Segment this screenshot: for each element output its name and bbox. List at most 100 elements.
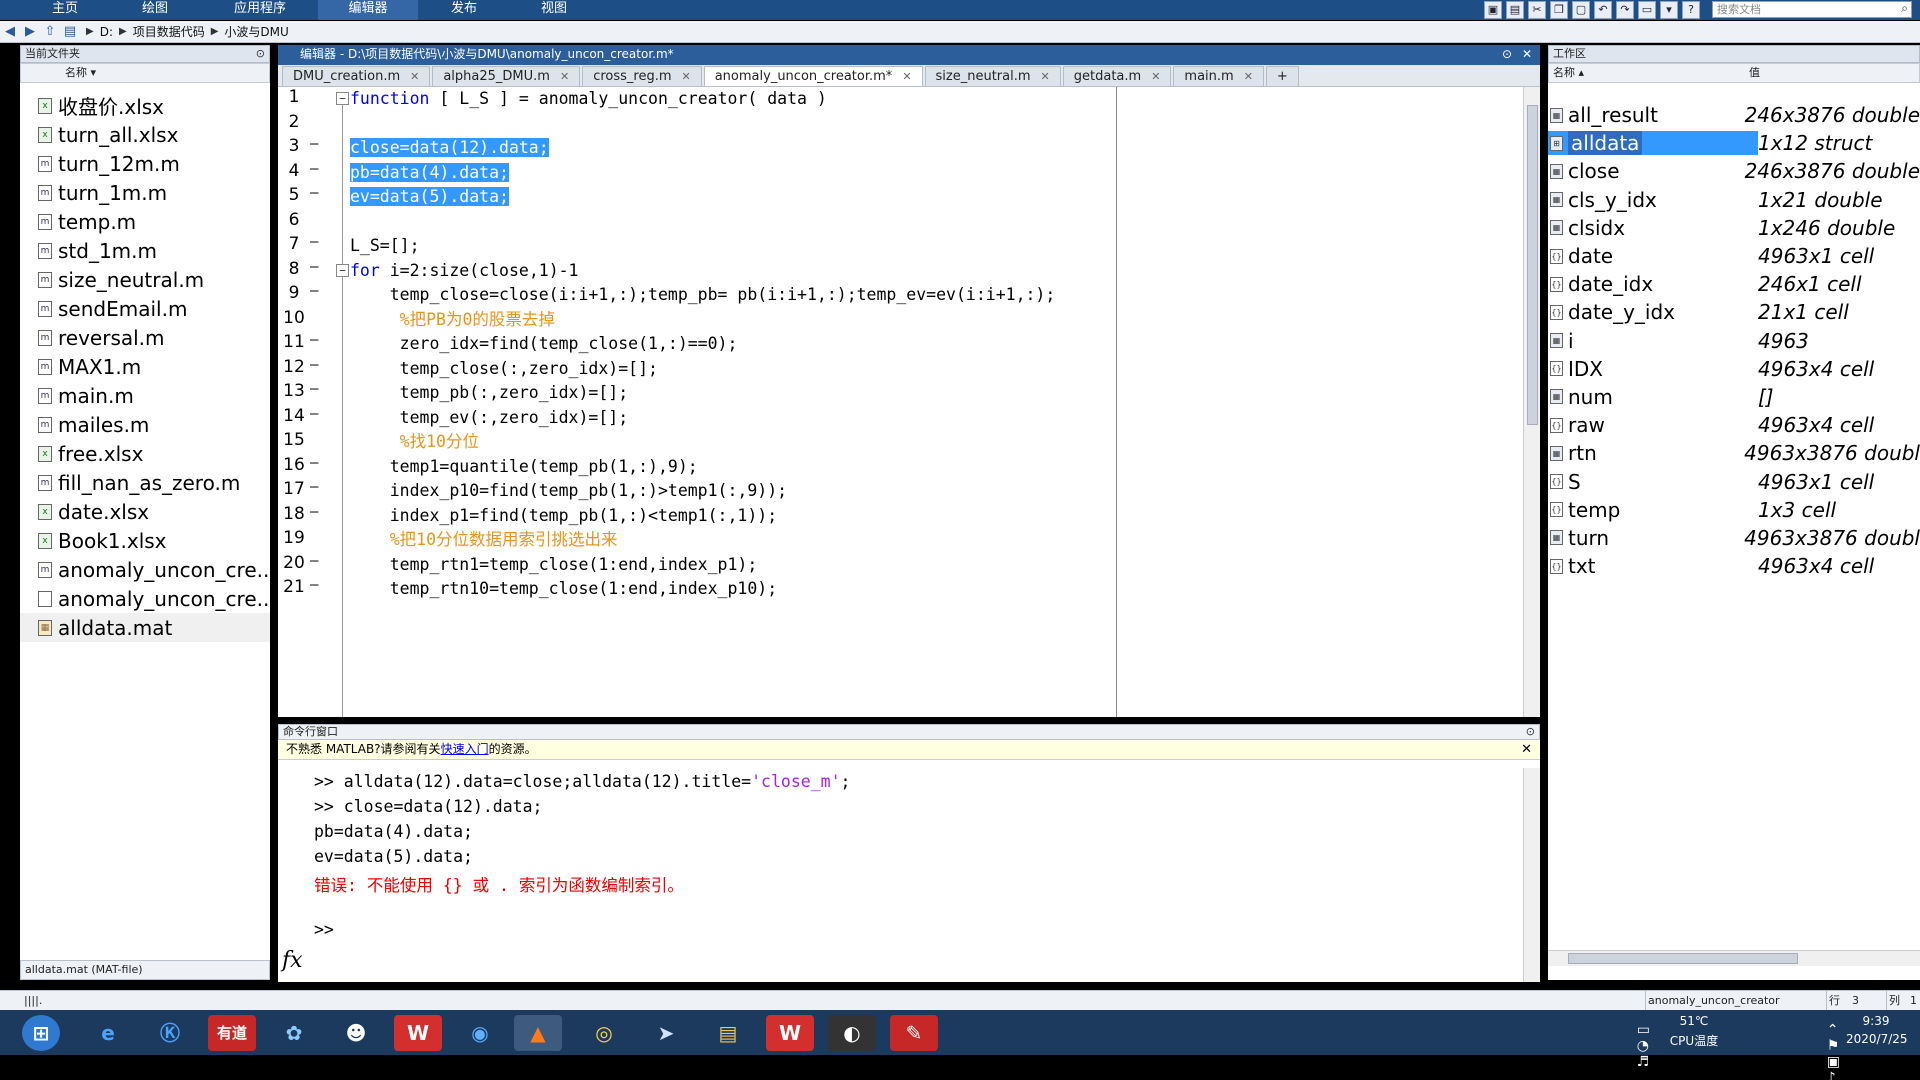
editor-menu-icon[interactable]: ⊙ xyxy=(1502,45,1512,64)
file-item[interactable]: x Book1.xlsx xyxy=(20,526,270,555)
close-tab-icon[interactable]: ✕ xyxy=(682,70,691,83)
file-item[interactable]: m temp.m xyxy=(20,207,270,236)
paste-icon[interactable]: ▢ xyxy=(1572,1,1590,19)
file-item[interactable]: anomaly_uncon_cre... xyxy=(20,584,270,613)
workspace-variable[interactable]: ▦ all_result 246x3876 double xyxy=(1548,101,1920,129)
dropdown-icon[interactable]: ▾ xyxy=(1660,1,1678,19)
copy-icon[interactable]: ❐ xyxy=(1550,1,1568,19)
workspace-hscrollbar[interactable] xyxy=(1548,950,1920,966)
breadcrumb-drive[interactable]: D: xyxy=(100,25,113,39)
file-item[interactable]: x free.xlsx xyxy=(20,439,270,468)
back-icon[interactable]: ◀ xyxy=(0,24,20,39)
breakpoint-marker[interactable]: — xyxy=(310,381,324,397)
file-item[interactable]: m MAX1.m xyxy=(20,352,270,381)
breakpoint-marker[interactable]: — xyxy=(310,577,324,593)
file-item[interactable]: m fill_nan_as_zero.m xyxy=(20,468,270,497)
editor-tab[interactable]: anomaly_uncon_creator.m* ✕ xyxy=(703,66,923,86)
close-tab-icon[interactable]: ✕ xyxy=(410,70,419,83)
tray-network-volume-icons[interactable]: ⌃ ⚑ ▣ ♪ xyxy=(1827,1022,1840,1080)
command-output[interactable]: >> alldata(12).data=close;alldata(12).ti… xyxy=(278,768,1523,982)
switch-windows-icon[interactable]: ▭ xyxy=(1638,1,1656,19)
undo-icon[interactable]: ↶ xyxy=(1594,1,1612,19)
clock-date[interactable]: 2020/7/25 xyxy=(1846,1032,1908,1046)
breakpoint-marker[interactable]: — xyxy=(310,504,324,520)
globe-icon[interactable]: ◉ xyxy=(456,1015,504,1051)
pdf-icon[interactable]: ✎ xyxy=(890,1015,938,1051)
close-icon[interactable]: ✕ xyxy=(1521,740,1532,759)
file-item[interactable]: m sendEmail.m xyxy=(20,294,270,323)
file-list-header[interactable]: 名称 ▾ xyxy=(20,63,270,83)
scrollbar-thumb[interactable] xyxy=(1568,953,1798,964)
file-item[interactable]: m mailes.m xyxy=(20,410,270,439)
explorer-icon[interactable]: ▤ xyxy=(704,1015,752,1051)
workspace-variable[interactable]: {} date_idx 246x1 cell xyxy=(1548,270,1920,298)
netdisk-icon[interactable]: ✿ xyxy=(270,1015,318,1051)
youdao-icon[interactable]: 有道 xyxy=(208,1015,256,1051)
doc-search-input[interactable]: 搜索文档 xyxy=(1712,1,1912,18)
start-icon[interactable]: ⊞ xyxy=(22,1015,60,1051)
obs-icon[interactable]: ◐ xyxy=(828,1015,876,1051)
scrollbar-thumb[interactable] xyxy=(1527,105,1538,425)
search-icon[interactable]: ⌕ xyxy=(1901,1,1908,16)
fold-toggle-icon[interactable]: − xyxy=(336,263,349,277)
command-scrollbar[interactable] xyxy=(1523,768,1540,982)
command-prompt[interactable]: >> xyxy=(314,920,334,939)
file-item[interactable]: m std_1m.m xyxy=(20,236,270,265)
save-all-icon[interactable]: ▤ xyxy=(1506,1,1524,19)
chrome-icon[interactable]: ◎ xyxy=(580,1015,628,1051)
code-area[interactable]: 1 2 3—4—5—6 7—8—9—10 11—12—13—14—15 16—17—18—… xyxy=(278,87,1523,717)
file-item[interactable]: m main.m xyxy=(20,381,270,410)
breakpoint-marker[interactable]: — xyxy=(310,283,324,299)
editor-tab[interactable]: getdata.m ✕ xyxy=(1062,66,1172,86)
breakpoint-marker[interactable]: — xyxy=(310,406,324,422)
breadcrumb-folder[interactable]: 项目数据代码 xyxy=(133,23,205,40)
workspace-variable[interactable]: ⊞ alldata 1x12 struct xyxy=(1548,129,1920,157)
help-icon[interactable]: ? xyxy=(1682,1,1700,19)
ie-icon[interactable]: e xyxy=(84,1015,132,1051)
file-details-bar[interactable]: alldata.mat (MAT-file) xyxy=(20,960,270,980)
breakpoint-marker[interactable]: — xyxy=(310,259,324,275)
redo-icon[interactable]: ↷ xyxy=(1616,1,1634,19)
breakpoint-marker[interactable]: — xyxy=(310,357,324,373)
breakpoint-marker[interactable]: — xyxy=(310,479,324,495)
close-icon[interactable]: ✕ xyxy=(1522,45,1532,64)
cut-icon[interactable]: ✂ xyxy=(1528,1,1546,19)
editor-tab[interactable]: DMU_creation.m ✕ xyxy=(282,66,431,86)
workspace-variable[interactable]: {} raw 4963x4 cell xyxy=(1548,411,1920,439)
workspace-variable[interactable]: ▦ num [] xyxy=(1548,383,1920,411)
tray-icons[interactable]: ▭ ◔ ♬ xyxy=(1637,1022,1650,1070)
workspace-variable[interactable]: ▦ cls_y_idx 1x21 double xyxy=(1548,186,1920,214)
workspace-variable[interactable]: ▦ close 246x3876 double xyxy=(1548,157,1920,185)
file-item[interactable]: ▦ alldata.mat xyxy=(20,613,270,642)
workspace-variable[interactable]: ▦ clsidx 1x246 double xyxy=(1548,214,1920,242)
workspace-variable[interactable]: {} temp 1x3 cell xyxy=(1548,496,1920,524)
breakpoint-marker[interactable]: — xyxy=(310,332,324,348)
file-item[interactable]: x date.xlsx xyxy=(20,497,270,526)
breakpoint-marker[interactable]: — xyxy=(310,455,324,471)
editor-tab[interactable]: cross_reg.m ✕ xyxy=(582,66,702,86)
close-tab-icon[interactable]: ✕ xyxy=(1041,70,1050,83)
save-icon[interactable]: ▣ xyxy=(1484,1,1502,19)
close-tab-icon[interactable]: ✕ xyxy=(1151,70,1160,83)
breakpoint-marker[interactable]: — xyxy=(310,161,324,177)
workspace-variable[interactable]: ▦ turn 4963x3876 doubl xyxy=(1548,524,1920,552)
fold-toggle-icon[interactable]: − xyxy=(336,92,349,105)
workspace-variable[interactable]: ▦ i 4963 xyxy=(1548,327,1920,355)
file-item[interactable]: m reversal.m xyxy=(20,323,270,352)
breakpoint-marker[interactable]: — xyxy=(310,136,324,152)
file-item[interactable]: x turn_all.xlsx xyxy=(20,120,270,149)
close-tab-icon[interactable]: ✕ xyxy=(1244,70,1253,83)
workspace-variable[interactable]: {} date 4963x1 cell xyxy=(1548,242,1920,270)
tab-plots[interactable]: 绘图 xyxy=(130,0,180,20)
tab-apps[interactable]: 应用程序 xyxy=(225,0,295,20)
file-item[interactable]: m turn_12m.m xyxy=(20,149,270,178)
workspace-variable[interactable]: {} S 4963x1 cell xyxy=(1548,467,1920,495)
up-folder-icon[interactable]: ⇧ xyxy=(40,24,60,39)
wps-writer-icon[interactable]: W xyxy=(394,1015,442,1051)
workspace-variable[interactable]: ▦ rtn 4963x3876 doubl xyxy=(1548,439,1920,467)
add-tab-button[interactable]: + xyxy=(1265,66,1299,86)
close-tab-icon[interactable]: ✕ xyxy=(560,70,569,83)
matlab-icon[interactable]: ▲ xyxy=(514,1015,562,1051)
tab-editor[interactable]: 编辑器 xyxy=(318,0,418,20)
column-value-header[interactable]: 值 xyxy=(1749,64,1760,82)
